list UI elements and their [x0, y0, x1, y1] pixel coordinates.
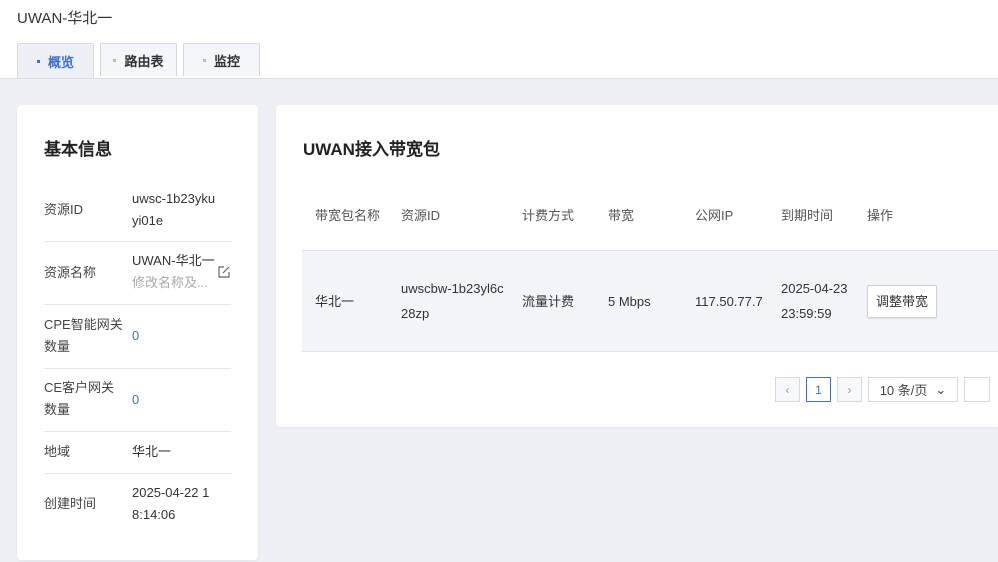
- prev-page-button[interactable]: ‹: [775, 377, 800, 402]
- page-size-label: 10 条/页: [879, 383, 928, 398]
- page-title: UWAN-华北一: [17, 10, 113, 27]
- tab-dot-icon: [202, 58, 206, 62]
- cell-expire: 2025-04-23 23:59:59: [768, 250, 854, 352]
- info-label: 资源名称: [44, 265, 97, 280]
- column-header: 资源ID: [388, 181, 509, 251]
- column-header: 带宽: [595, 181, 682, 251]
- info-label: 创建时间: [44, 496, 97, 511]
- info-row-created: 创建时间 2025-04-22 18:14:06: [44, 474, 231, 536]
- tab-route-table[interactable]: 路由表: [100, 43, 177, 76]
- resource-name-value: UWAN-华北一 修改名称及...: [132, 250, 222, 294]
- cell-resource-id: uwscbw-1b23yl6c28zp: [388, 250, 509, 352]
- tab-label: 路由表: [124, 53, 164, 69]
- column-header: 计费方式: [509, 181, 595, 251]
- pagination: ‹ 1 › 10 条/页 ⌄: [775, 377, 990, 402]
- tab-overview[interactable]: 概览: [17, 43, 94, 78]
- tab-dot-icon: [36, 59, 40, 63]
- cell-action: 调整带宽: [854, 250, 998, 352]
- info-label: 资源ID: [44, 202, 84, 217]
- cell-bandwidth: 5 Mbps: [595, 250, 682, 352]
- info-row-resource-id: 资源ID uwsc-1b23ykuyi01e: [44, 180, 231, 242]
- adjust-bandwidth-button[interactable]: 调整带宽: [867, 284, 938, 318]
- tab-dot-icon: [113, 58, 117, 62]
- page-header: UWAN-华北一 概览 路由表 监控: [0, 0, 998, 79]
- region-value: 华北一: [132, 444, 172, 459]
- info-label: 地域: [44, 444, 71, 459]
- bandwidth-package-card: UWAN接入带宽包 带宽包名称 资源ID 计费方式 带宽 公网IP 到期时间 操…: [276, 105, 998, 427]
- table-row: 华北一 uwscbw-1b23yl6c28zp 流量计费 5 Mbps 117.…: [302, 250, 998, 352]
- created-time-value: 2025-04-22 18:14:06: [132, 485, 210, 522]
- page-size-select[interactable]: 10 条/页 ⌄: [868, 377, 958, 402]
- bandwidth-package-title: UWAN接入带宽包: [303, 140, 440, 159]
- tab-label: 监控: [213, 53, 240, 69]
- tab-monitor[interactable]: 监控: [183, 43, 260, 76]
- cell-billing: 流量计费: [509, 250, 595, 352]
- info-row-resource-name: 资源名称 UWAN-华北一 修改名称及...: [44, 242, 231, 305]
- info-row-ce: CE客户网关数量 0: [44, 369, 231, 432]
- chevron-down-icon: ⌄: [935, 381, 947, 397]
- page-jump-input[interactable]: [964, 377, 990, 402]
- column-header: 公网IP: [682, 181, 768, 251]
- ce-count-link[interactable]: 0: [132, 389, 222, 411]
- info-label: CPE智能网关数量: [44, 317, 123, 354]
- basic-info-title: 基本信息: [44, 140, 112, 159]
- column-header: 到期时间: [768, 181, 854, 251]
- bandwidth-table: 带宽包名称 资源ID 计费方式 带宽 公网IP 到期时间 操作 华北一 uwsc…: [302, 181, 998, 352]
- next-page-button[interactable]: ›: [837, 377, 862, 402]
- page-number[interactable]: 1: [806, 377, 831, 402]
- cell-name: 华北一: [302, 250, 388, 352]
- tab-label: 概览: [47, 54, 74, 70]
- table-header-row: 带宽包名称 资源ID 计费方式 带宽 公网IP 到期时间 操作: [302, 181, 998, 251]
- cell-ip: 117.50.77.7: [682, 250, 768, 352]
- info-label: CE客户网关数量: [44, 380, 115, 417]
- basic-info-card: 基本信息 资源ID uwsc-1b23ykuyi01e 资源名称 UWAN-华北…: [17, 105, 258, 560]
- resource-id-value: uwsc-1b23ykuyi01e: [132, 191, 216, 228]
- cpe-count-link[interactable]: 0: [132, 325, 222, 347]
- info-row-cpe: CPE智能网关数量 0: [44, 305, 231, 369]
- tab-bar: 概览 路由表 监控: [17, 43, 260, 78]
- resource-name-hint: 修改名称及...: [132, 275, 208, 290]
- info-row-region: 地域 华北一: [44, 432, 231, 474]
- edit-icon[interactable]: [218, 266, 230, 278]
- resource-name-text: UWAN-华北一: [132, 253, 215, 268]
- column-header: 操作: [854, 181, 998, 251]
- column-header: 带宽包名称: [302, 181, 388, 251]
